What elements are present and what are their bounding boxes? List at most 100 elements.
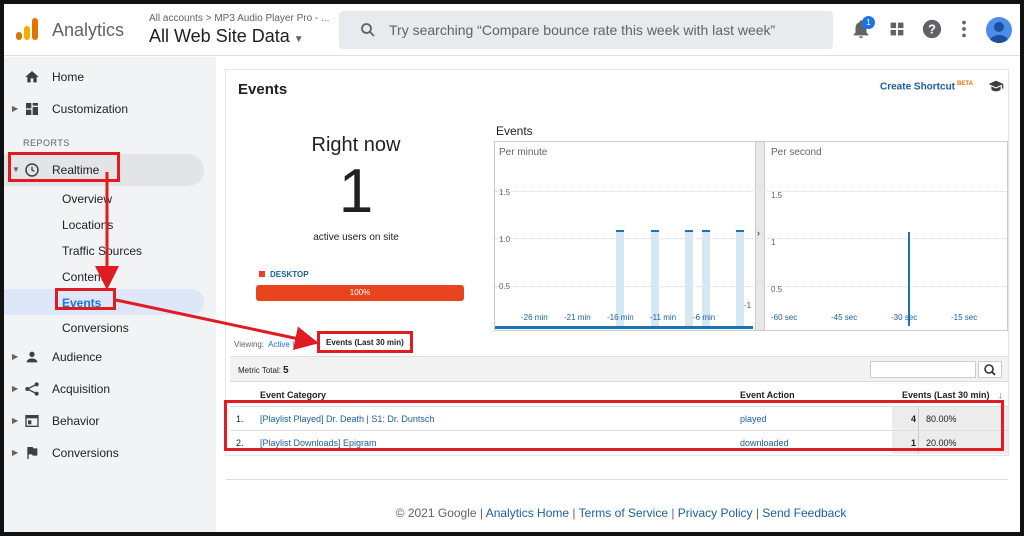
- per-minute-label: Per minute: [499, 147, 548, 158]
- per-second-bar: [908, 232, 910, 326]
- per-minute-bar: [616, 230, 624, 326]
- sidebar-item-home[interactable]: Home: [4, 63, 204, 91]
- footer: © 2021 Google | Analytics Home | Terms o…: [395, 506, 847, 520]
- account-path[interactable]: All accounts > MP3 Audio Player Pro - ..…: [149, 13, 329, 24]
- column-header-events[interactable]: Events (Last 30 min): [902, 390, 990, 400]
- gridline: [767, 286, 1007, 287]
- view-name[interactable]: All Web Site Data ▼: [149, 26, 329, 47]
- bar-cap: [736, 230, 744, 232]
- search-bar[interactable]: [339, 11, 833, 49]
- sidebar-item-label: Acquisition: [52, 382, 111, 396]
- sidebar-subitem-overview[interactable]: Overview: [62, 192, 112, 214]
- annotation-box-events: [55, 288, 116, 310]
- per-minute-bar: [651, 230, 659, 326]
- home-icon: [25, 71, 39, 83]
- sort-arrow-icon[interactable]: ↓: [998, 390, 1003, 400]
- behavior-window-icon: [25, 415, 39, 427]
- footer-link-send-feedback[interactable]: Send Feedback: [762, 506, 846, 520]
- sidebar-item-audience[interactable]: ▶ Audience: [4, 343, 204, 371]
- chart-title: Events: [496, 124, 533, 138]
- right-now-label: Right now: [311, 134, 401, 156]
- user-avatar-icon: [990, 22, 1008, 43]
- y-tick-label: 1.5: [771, 191, 783, 200]
- chevron-right-icon[interactable]: ›: [757, 228, 760, 238]
- sidebar-item-label: Behavior: [52, 414, 100, 428]
- y-tick-label: 0.5: [499, 282, 511, 291]
- annotation-box-realtime: [8, 152, 120, 182]
- sidebar-item-conversions[interactable]: ▶ Conversions: [4, 439, 204, 467]
- per-second-label: Per second: [771, 147, 822, 158]
- chevron-right-icon[interactable]: ▶: [12, 104, 18, 113]
- column-header-event-action[interactable]: Event Action: [740, 390, 795, 400]
- sidebar-item-label: Conversions: [52, 446, 119, 460]
- svg-text:?: ?: [928, 22, 936, 37]
- bar-cap: [651, 230, 659, 232]
- x-tick-label: -16 min: [607, 313, 634, 322]
- chevron-right-icon[interactable]: ▶: [12, 352, 18, 361]
- tab-active-users[interactable]: Active U...: [268, 340, 304, 349]
- person-icon: [26, 351, 38, 363]
- chart-pane-divider[interactable]: ›: [755, 142, 765, 330]
- view-name-label[interactable]: All Web Site Data: [149, 26, 290, 46]
- avatar[interactable]: [986, 17, 1012, 43]
- caret-down-icon[interactable]: ▼: [294, 34, 304, 45]
- acquisition-icon: [25, 382, 39, 396]
- create-shortcut-label[interactable]: Create Shortcut: [880, 81, 955, 92]
- help-icon[interactable]: ?: [921, 18, 943, 40]
- y-tick-label: 1.5: [499, 188, 511, 197]
- bar-cap: [702, 230, 710, 232]
- metric-total-label: Metric Total:: [238, 366, 281, 375]
- sidebar-subitem-locations[interactable]: Locations: [62, 218, 113, 240]
- sidebar-item-acquisition[interactable]: ▶ Acquisition: [4, 375, 204, 403]
- account-selector[interactable]: All accounts > MP3 Audio Player Pro - ..…: [149, 13, 329, 47]
- x-tick-label: -6 min: [693, 313, 716, 322]
- sidebar-item-behavior[interactable]: ▶ Behavior: [4, 407, 204, 435]
- footer-link-analytics-home[interactable]: Analytics Home: [486, 506, 569, 520]
- table-search-input[interactable]: [870, 361, 976, 378]
- per-minute-baseline: [495, 326, 753, 329]
- copyright: © 2021 Google: [395, 506, 477, 520]
- footer-divider: [226, 479, 1008, 480]
- per-minute-bar: [736, 230, 744, 326]
- x-tick-label: -15 sec: [951, 313, 978, 322]
- apps-grid-icon[interactable]: [886, 18, 908, 40]
- events-report-panel: Events Create Shortcut BETA Right now 1 a…: [226, 70, 1008, 455]
- footer-link-terms[interactable]: Terms of Service: [579, 506, 668, 520]
- active-users-count: 1: [338, 157, 374, 226]
- analytics-window: Analytics All accounts > MP3 Audio Playe…: [4, 4, 1020, 532]
- x-tick-label: -45 sec: [831, 313, 858, 322]
- chevron-right-icon[interactable]: ▶: [12, 384, 18, 393]
- viewing-selector: Viewing: Active U...: [234, 340, 305, 349]
- sidebar-item-label: Customization: [52, 102, 129, 116]
- sidebar-subitem-conversions[interactable]: Conversions: [62, 321, 129, 343]
- gridline: [495, 191, 753, 192]
- sidebar-item-customization[interactable]: ▶ Customization: [4, 95, 204, 123]
- viewing-label: Viewing:: [234, 340, 265, 349]
- annotation-box-last30-tab: [317, 331, 413, 353]
- search-icon: [361, 23, 375, 37]
- footer-link-privacy[interactable]: Privacy Policy: [678, 506, 753, 520]
- more-vert-icon[interactable]: [953, 18, 975, 40]
- search-icon: [984, 364, 996, 376]
- metric-total: Metric Total: 5: [238, 365, 289, 376]
- chevron-right-icon[interactable]: ▶: [12, 448, 18, 457]
- active-users-label: active users on site: [313, 232, 399, 243]
- analytics-logo-icon[interactable]: [16, 18, 38, 40]
- column-header-event-category[interactable]: Event Category: [260, 390, 326, 400]
- x-tick-label: -60 sec: [771, 313, 798, 322]
- search-input[interactable]: [389, 11, 819, 49]
- gridline: [495, 286, 753, 287]
- device-swatch: [259, 271, 265, 277]
- events-chart: Per minute 1.5 1.0 0.5 -26 min -21 min -…: [494, 141, 1008, 331]
- notification-badge: 1: [862, 16, 875, 29]
- device-share-bar: 100%: [256, 285, 464, 301]
- y-tick-label: 1.0: [499, 235, 511, 244]
- chevron-right-icon[interactable]: ▶: [12, 416, 18, 425]
- table-search-button[interactable]: [978, 361, 1002, 378]
- sidebar-item-label: Home: [52, 70, 85, 84]
- sidebar-subitem-traffic-sources[interactable]: Traffic Sources: [62, 244, 142, 266]
- graduation-cap-icon[interactable]: [988, 80, 1004, 92]
- bar-cap: [616, 230, 624, 232]
- reports-header: REPORTS: [23, 138, 70, 148]
- create-shortcut-link[interactable]: Create Shortcut BETA: [880, 81, 973, 92]
